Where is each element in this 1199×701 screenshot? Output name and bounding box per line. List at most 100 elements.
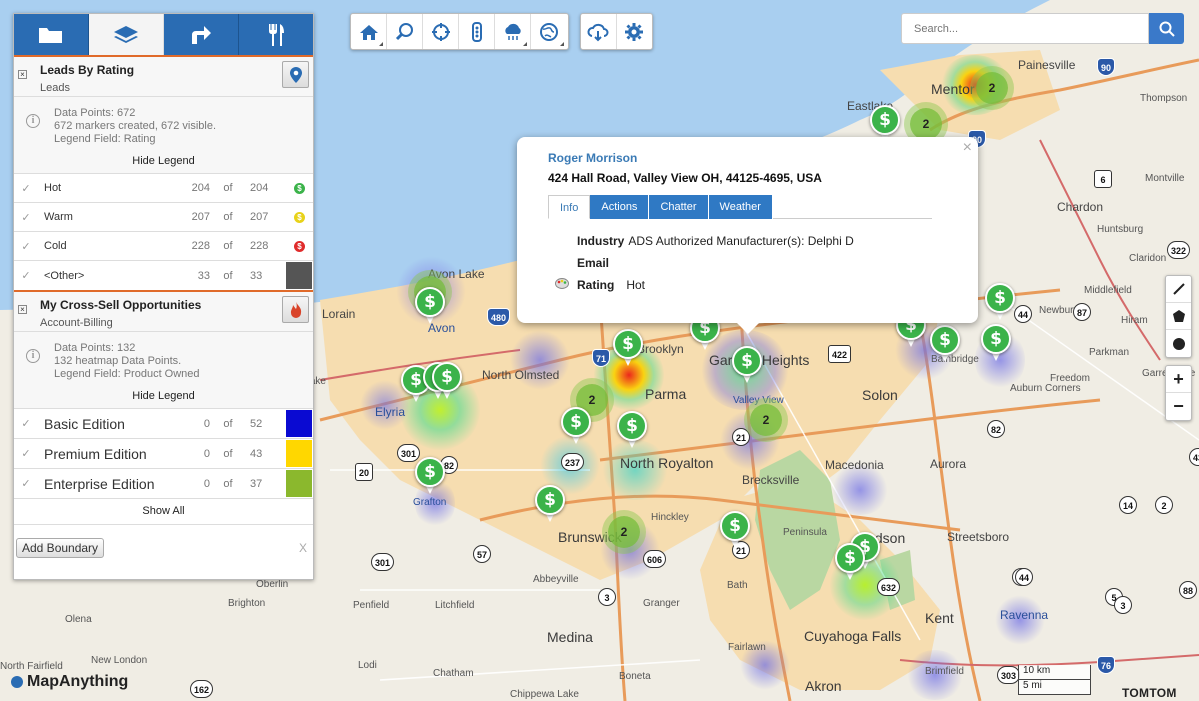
draw-circle-button[interactable] <box>1166 330 1191 357</box>
lead-marker[interactable]: $ <box>432 362 462 400</box>
marker-cluster[interactable]: 2 <box>608 516 640 548</box>
checkbox-icon[interactable]: ✓ <box>14 438 38 469</box>
legend-row[interactable]: ✓ Enterprise Edition 0 of 37 <box>14 468 313 498</box>
hide-legend-link[interactable]: Hide Legend <box>22 155 305 168</box>
polygon-icon <box>1172 310 1185 322</box>
draw-polygon-button[interactable] <box>1166 303 1191 330</box>
home-button[interactable] <box>351 14 387 49</box>
lead-marker[interactable]: $ <box>415 457 445 495</box>
zoom-in-button[interactable]: + <box>1166 366 1191 393</box>
legend-row[interactable]: ✓ Premium Edition 0 of 43 <box>14 438 313 469</box>
marker-cluster[interactable]: 2 <box>750 404 782 436</box>
settings-button[interactable] <box>617 14 653 49</box>
lead-marker[interactable]: $ <box>561 407 591 445</box>
tab-info[interactable]: Info <box>548 195 591 219</box>
legend-row[interactable]: ✓ <Other> 33 of 33 <box>14 260 313 290</box>
record-name-link[interactable]: Roger Morrison <box>548 151 637 165</box>
highway-shield: 480 <box>487 308 511 326</box>
lead-marker[interactable]: $ <box>732 346 762 384</box>
legend-label: <Other> <box>38 260 170 290</box>
checkbox-icon[interactable]: ✓ <box>14 260 38 290</box>
marker-cluster[interactable]: 2 <box>910 108 942 140</box>
lead-marker[interactable]: $ <box>613 329 643 367</box>
highway-shield: 301 <box>371 553 395 571</box>
draw-line-button[interactable] <box>1166 276 1191 303</box>
city-label: Parkman <box>1089 347 1130 358</box>
checkbox-icon[interactable]: ✓ <box>14 468 38 498</box>
layer-options-button[interactable] <box>282 61 309 88</box>
zoom-out-button[interactable]: − <box>1166 393 1191 420</box>
highway-shield: 76 <box>1097 656 1116 674</box>
layer-options-button[interactable] <box>282 296 309 323</box>
highway-shield: 44 <box>1015 568 1034 586</box>
zoom-controls: + − <box>1165 365 1192 421</box>
layer-subtitle: Leads <box>40 82 70 94</box>
tab-saved[interactable] <box>14 14 89 55</box>
field-row: Rating Hot <box>577 278 645 292</box>
legend-swatch: $ <box>286 202 313 232</box>
legend-swatch: $ <box>286 231 313 261</box>
dollar-icon: $ <box>720 511 750 541</box>
lead-marker[interactable]: $ <box>981 324 1011 362</box>
legend-label: Premium Edition <box>38 438 170 469</box>
lead-marker[interactable]: $ <box>617 411 647 449</box>
lead-marker[interactable]: $ <box>930 325 960 363</box>
legend-label: Hot <box>38 173 170 203</box>
lead-marker[interactable]: $ <box>985 283 1015 321</box>
tab-layers[interactable] <box>89 14 164 55</box>
highway-shield: 44 <box>1014 305 1033 323</box>
traffic-button[interactable] <box>459 14 495 49</box>
gear-icon <box>625 22 644 41</box>
lead-marker[interactable]: $ <box>415 287 445 325</box>
cloud-download-button[interactable] <box>581 14 617 49</box>
lead-marker[interactable]: $ <box>835 543 865 581</box>
marker-cluster[interactable]: 2 <box>976 72 1008 104</box>
highway-shield: 71 <box>592 349 611 367</box>
close-popup-button[interactable]: × <box>963 139 972 157</box>
tab-actions[interactable]: Actions <box>590 195 650 219</box>
legend-row[interactable]: ✓ Cold 228 of 228 $ <box>14 231 313 261</box>
tab-chatter[interactable]: Chatter <box>649 195 709 219</box>
city-label: Bath <box>727 580 748 591</box>
legend-row[interactable]: ✓ Hot 204 of 204 $ <box>14 173 313 203</box>
lead-marker[interactable]: $ <box>535 485 565 523</box>
tab-weather[interactable]: Weather <box>708 195 773 219</box>
legend-swatch <box>286 438 313 469</box>
remove-layer-button[interactable]: × <box>18 305 27 314</box>
tab-places[interactable] <box>239 14 313 55</box>
zoom-search-button[interactable] <box>387 14 423 49</box>
globe-button[interactable] <box>531 14 567 49</box>
locate-button[interactable] <box>423 14 459 49</box>
legend-count: 0 <box>170 468 210 498</box>
tab-routes[interactable] <box>164 14 239 55</box>
highway-shield: 6 <box>1094 170 1112 188</box>
info-icon: i <box>26 349 40 363</box>
remove-layer-button[interactable]: × <box>18 70 27 79</box>
city-label: Painesville <box>1018 58 1076 72</box>
highway-shield: 606 <box>643 550 667 568</box>
lead-marker[interactable]: $ <box>720 511 750 549</box>
add-boundary-button[interactable]: Add Boundary <box>16 538 105 558</box>
city-label: Streetsboro <box>947 530 1010 544</box>
legend-label: Warm <box>38 202 170 232</box>
info-text: 132 heatmap Data Points. <box>54 355 182 367</box>
city-label: Oberlin <box>256 579 289 590</box>
legend-count: 33 <box>170 260 210 290</box>
legend-row[interactable]: ✓ Warm 207 of 207 $ <box>14 202 313 232</box>
weather-icon <box>504 23 521 40</box>
weather-button[interactable] <box>495 14 531 49</box>
checkbox-icon[interactable]: ✓ <box>14 231 38 261</box>
search-input[interactable] <box>901 13 1149 44</box>
record-address: 424 Hall Road, Valley View OH, 44125-469… <box>548 171 822 185</box>
plus-icon: + <box>1173 368 1184 389</box>
checkbox-icon[interactable]: ✓ <box>14 202 38 232</box>
draw-tools <box>1165 275 1192 358</box>
show-all-link[interactable]: Show All <box>14 498 313 524</box>
close-panel-button[interactable]: X <box>299 541 307 555</box>
hide-legend-link[interactable]: Hide Legend <box>22 390 305 403</box>
city-label: Medina <box>547 629 593 645</box>
checkbox-icon[interactable]: ✓ <box>14 408 38 439</box>
legend-row[interactable]: ✓ Basic Edition 0 of 52 <box>14 408 313 439</box>
search-button[interactable] <box>1149 13 1184 44</box>
checkbox-icon[interactable]: ✓ <box>14 173 38 203</box>
